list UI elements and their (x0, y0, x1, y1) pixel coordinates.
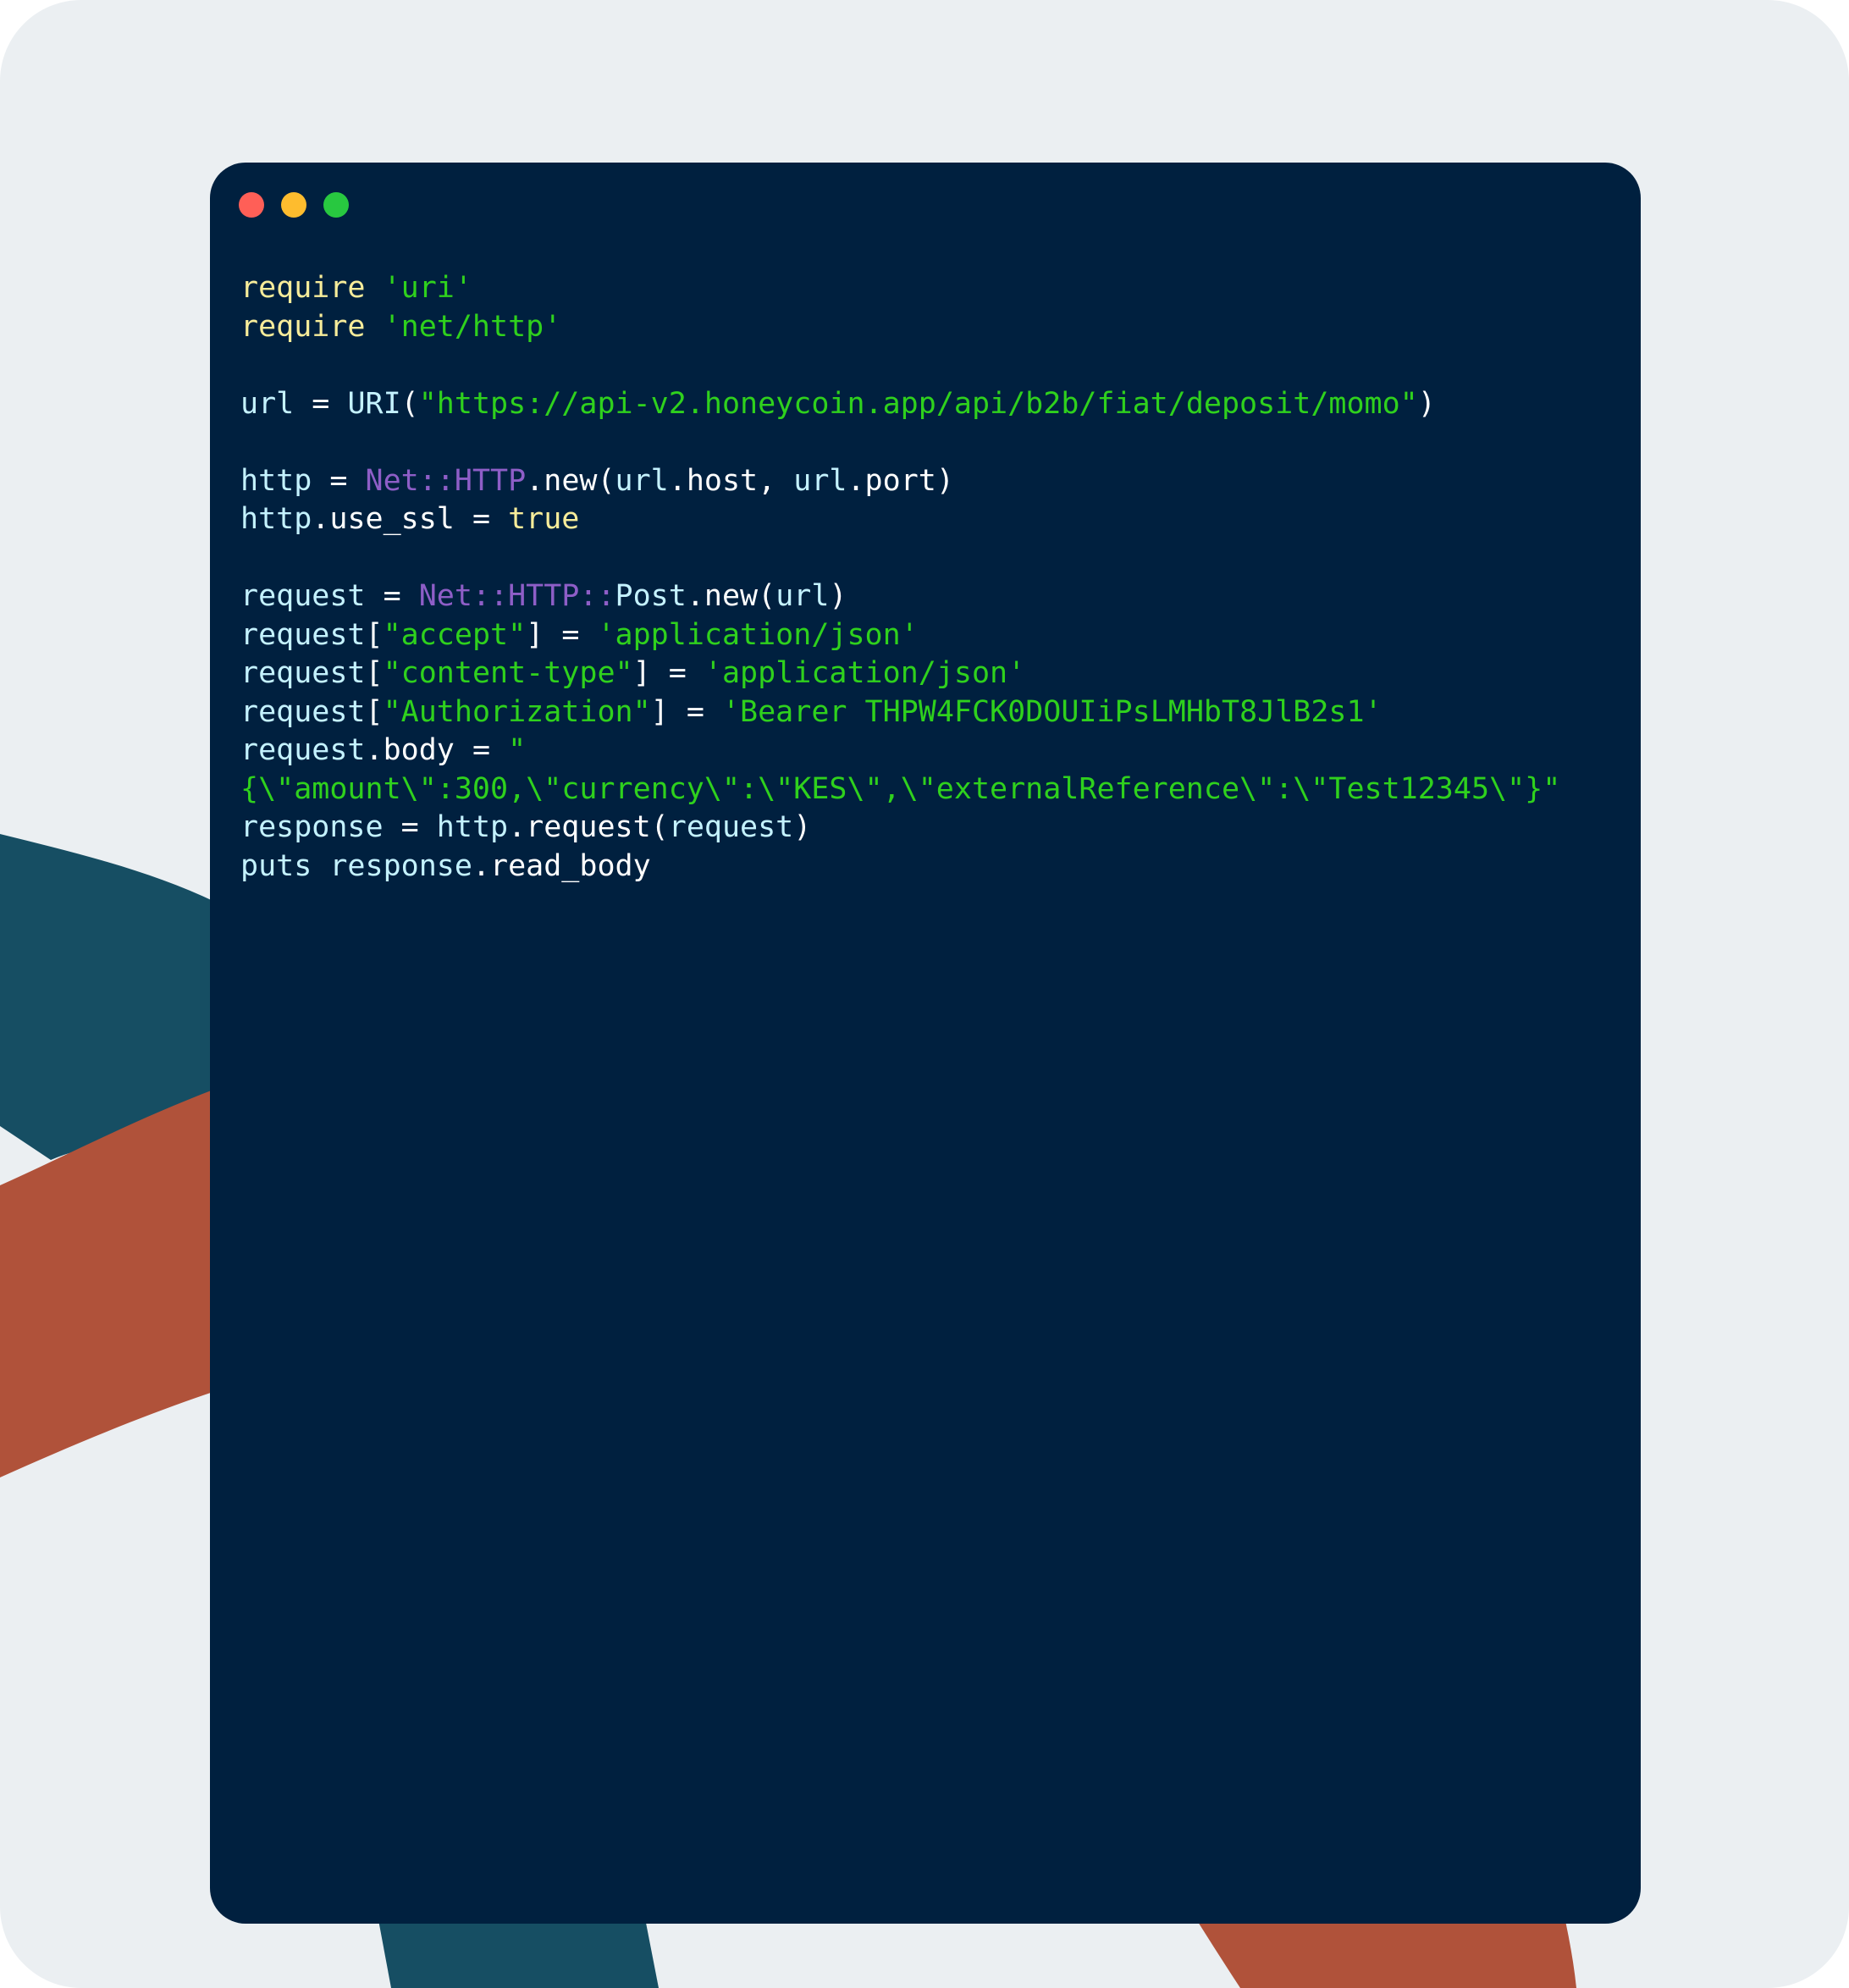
code-token: " (508, 733, 527, 767)
code-token: [ (365, 694, 384, 729)
code-line: request["content-type"] = 'application/j… (240, 654, 1607, 693)
code-token: require (240, 271, 384, 305)
code-token: http (436, 810, 509, 844)
code-token: .request( (508, 810, 669, 844)
code-token: "content-type" (383, 656, 633, 690)
code-token: request (240, 617, 366, 652)
code-block: require 'uri' require 'net/http' url = URI… (240, 269, 1607, 886)
code-token: true (508, 502, 580, 536)
code-token: url (793, 463, 847, 498)
window-controls (239, 192, 349, 218)
code-token: "Authorization" (383, 694, 651, 729)
code-token: request (240, 733, 366, 767)
minimize-button[interactable] (281, 192, 306, 218)
code-window: require 'uri' require 'net/http' url = URI… (210, 163, 1641, 1924)
code-token: ] = (526, 617, 598, 652)
code-token: = (312, 463, 366, 498)
code-token: ) (793, 810, 812, 844)
code-token: ] = (632, 656, 704, 690)
code-token: "https://api-v2.honeycoin.app/api/b2b/fi… (418, 386, 1418, 421)
code-token: 'application/json' (704, 656, 1026, 690)
code-token: http (240, 502, 312, 536)
code-token: 'net/http' (383, 309, 562, 344)
code-token: URI (347, 386, 401, 421)
page-background: require 'uri' require 'net/http' url = URI… (0, 0, 1849, 1988)
code-line: http.use_ssl = true (240, 500, 1607, 539)
code-token: = (383, 810, 437, 844)
code-token: response (240, 810, 384, 844)
code-line: require 'uri' (240, 269, 1607, 308)
code-token: Post (615, 579, 687, 613)
code-token: url (775, 579, 830, 613)
code-token: .new( (686, 579, 776, 613)
code-line: url = URI("https://api-v2.honeycoin.app/… (240, 385, 1607, 424)
code-token: request (668, 810, 794, 844)
code-token: url (615, 463, 669, 498)
code-token: request (240, 694, 366, 729)
close-button[interactable] (239, 192, 264, 218)
code-token: request (240, 656, 366, 690)
code-line: response = http.request(request) (240, 809, 1607, 848)
code-token: ( (400, 386, 419, 421)
code-line: {\"amount\":300,\"currency\":\"KES\",\"e… (240, 770, 1607, 809)
code-token: 'uri' (383, 271, 472, 305)
code-token: .host, (668, 463, 794, 498)
code-line: request.body = " (240, 732, 1607, 770)
code-token: {\"amount\":300,\"currency\":\"KES\",\"e… (240, 771, 1561, 806)
code-token: .new( (526, 463, 615, 498)
code-token: "accept" (383, 617, 527, 652)
code-token: require (240, 309, 384, 344)
code-line: require 'net/http' (240, 308, 1607, 347)
code-line: request = Net::HTTP::Post.new(url) (240, 577, 1607, 616)
code-token: [ (365, 656, 384, 690)
code-token: Net::HTTP (365, 463, 527, 498)
code-token: = (365, 579, 419, 613)
code-token: [ (365, 617, 384, 652)
code-token: url (240, 386, 295, 421)
code-token: ) (829, 579, 847, 613)
code-line: http = Net::HTTP.new(url.host, url.port) (240, 462, 1607, 501)
code-token: request (240, 579, 366, 613)
code-line: request["Authorization"] = 'Bearer THPW4… (240, 693, 1607, 732)
maximize-button[interactable] (323, 192, 349, 218)
code-token: Net::HTTP:: (418, 579, 615, 613)
code-token: http (240, 463, 312, 498)
code-token: ] = (650, 694, 722, 729)
code-token: puts response (240, 848, 472, 883)
code-token: 'application/json' (597, 617, 919, 652)
code-line: request["accept"] = 'application/json' (240, 616, 1607, 655)
code-token: .port) (847, 463, 954, 498)
code-token: = (294, 386, 348, 421)
code-token: ) (1417, 386, 1436, 421)
code-token: .use_ssl = (312, 502, 509, 536)
code-token: .body = (365, 733, 509, 767)
code-token: .read_body (472, 848, 651, 883)
code-line: puts response.read_body (240, 848, 1607, 886)
code-token: 'Bearer THPW4FCK0DOUIiPsLMHbT8JlB2s1' (721, 694, 1383, 729)
